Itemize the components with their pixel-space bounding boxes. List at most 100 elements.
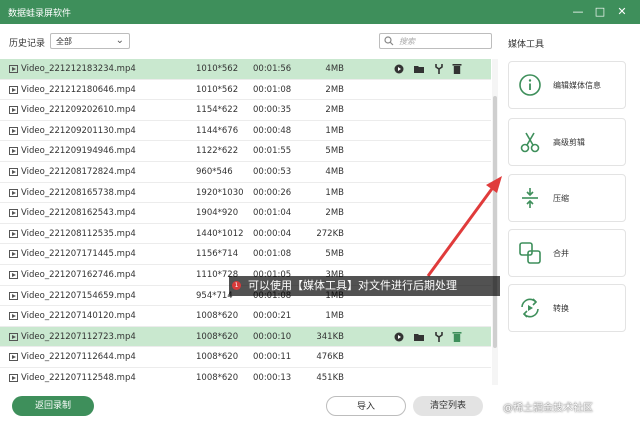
table-row[interactable]: Video_221209201130.mp4 1144*676 00:00:48 1M…	[0, 120, 491, 142]
file-name: Video_221207140120.mp4	[21, 311, 136, 322]
tool-label: 编辑媒体信息	[553, 81, 601, 90]
file-size: 341KB	[316, 331, 344, 342]
compress-icon	[522, 188, 538, 208]
file-size: 4MB	[325, 64, 344, 74]
tool-edit-media-info[interactable]: 编辑媒体信息	[508, 61, 626, 109]
video-file-icon	[9, 188, 18, 197]
file-name: Video_221208162543.mp4	[21, 208, 136, 219]
file-size: 1MB	[325, 187, 344, 198]
file-duration: 00:01:56	[253, 64, 292, 74]
maximize-icon[interactable]: □	[592, 4, 608, 20]
file-duration: 00:00:10	[253, 331, 292, 342]
tool-advanced-trim[interactable]: 高级剪辑	[508, 118, 626, 166]
file-resolution: 954*714	[196, 290, 233, 301]
table-row[interactable]: Video_221207140120.mp4 1008*620 00:00:21 1M…	[0, 306, 491, 327]
table-row[interactable]: Video_221209202610.mp4 1154*622 00:00:35 2M…	[0, 100, 491, 121]
video-file-icon	[9, 332, 18, 341]
video-file-icon	[9, 85, 18, 94]
window-title: 数据蛙录屏软件	[8, 9, 72, 19]
video-file-icon	[9, 106, 18, 115]
file-size: 2MB	[325, 84, 344, 95]
video-file-icon	[9, 374, 18, 382]
file-size: 5MB	[325, 249, 344, 260]
trash-icon[interactable]	[452, 331, 462, 343]
file-size: 476KB	[316, 352, 344, 363]
table-row[interactable]: Video_221207171445.mp4 1156*714 00:01:08 5M…	[0, 244, 491, 265]
info-icon	[519, 74, 541, 96]
file-duration: 00:00:13	[253, 373, 292, 383]
file-name: Video_221207112644.mp4	[21, 352, 136, 363]
table-row[interactable]: Video_221209194946.mp4 1122*622 00:01:55 5M…	[0, 141, 491, 162]
play-icon[interactable]	[394, 331, 404, 343]
file-duration: 00:01:04	[253, 208, 292, 219]
tool-convert[interactable]: 转换	[508, 284, 626, 332]
clear-list-button[interactable]: 清空列表	[413, 396, 483, 416]
file-size: 2MB	[325, 105, 344, 116]
scissors-icon	[520, 132, 540, 153]
file-name: Video_221208112535.mp4	[21, 228, 136, 239]
minimize-icon[interactable]: —	[570, 4, 586, 20]
tools-icon[interactable]	[434, 63, 444, 75]
tools-icon[interactable]	[434, 331, 444, 343]
file-duration: 00:00:53	[253, 167, 292, 177]
play-icon[interactable]	[394, 63, 404, 75]
file-name: Video_221208172824.mp4	[21, 167, 136, 177]
video-file-icon	[9, 147, 18, 156]
tool-compress[interactable]: 压缩	[508, 174, 626, 222]
tool-merge[interactable]: 合并	[508, 229, 626, 277]
file-resolution: 1008*620	[196, 311, 239, 322]
file-resolution: 1008*620	[196, 373, 239, 383]
file-name: Video_221207162746.mp4	[21, 270, 136, 280]
search-placeholder: 搜索	[399, 37, 415, 46]
file-resolution: 1920*1030	[196, 187, 244, 198]
file-resolution: 1008*620	[196, 331, 239, 342]
merge-icon	[519, 242, 541, 264]
convert-icon	[521, 298, 539, 318]
file-name: Video_221208165738.mp4	[21, 187, 136, 198]
file-list: Video_221212183234.mp4 1010*562 00:01:56 4M…	[0, 59, 491, 385]
table-row[interactable]: Video_221212183234.mp4 1010*562 00:01:56 4M…	[0, 59, 491, 80]
annotation-callout: 可以使用【媒体工具】对文件进行后期处理	[229, 276, 500, 296]
file-duration: 00:01:55	[253, 146, 292, 157]
tool-label: 合并	[553, 249, 569, 258]
file-name: Video_221209201130.mp4	[21, 125, 136, 136]
file-duration: 00:00:26	[253, 187, 292, 198]
table-row[interactable]: Video_221208165738.mp4 1920*1030 00:00:26 1…	[0, 182, 491, 204]
video-file-icon	[9, 126, 18, 135]
filter-value: 全部	[56, 37, 72, 46]
chevron-down-icon: ⌄	[115, 35, 124, 46]
trash-icon[interactable]	[452, 63, 462, 75]
file-name: Video_221207154659.mp4	[21, 290, 136, 301]
table-row[interactable]: Video_221212180646.mp4 1010*562 00:01:08 2M…	[0, 79, 491, 101]
file-resolution: 1904*920	[196, 208, 239, 219]
table-row[interactable]: Video_221207112723.mp4 1008*620 00:00:10 34…	[0, 326, 491, 348]
folder-icon[interactable]	[414, 63, 424, 75]
table-row[interactable]: Video_221207112548.mp4 1008*620 00:00:13 45…	[0, 368, 491, 385]
tool-label: 转换	[553, 304, 569, 313]
video-file-icon	[9, 168, 18, 176]
video-file-icon	[9, 353, 18, 362]
search-input[interactable]: 搜索	[379, 33, 492, 49]
table-row[interactable]: Video_221207112644.mp4 1008*620 00:00:11 47…	[0, 347, 491, 368]
close-icon[interactable]: ✕	[614, 4, 630, 20]
video-file-icon	[9, 312, 18, 321]
file-name: Video_221212183234.mp4	[21, 64, 136, 74]
file-size: 2MB	[325, 208, 344, 219]
scrollbar-thumb[interactable]	[493, 96, 497, 348]
back-to-record-button[interactable]: 返回录制	[12, 396, 94, 416]
folder-icon[interactable]	[414, 331, 424, 343]
file-name: Video_221209194946.mp4	[21, 146, 136, 157]
filter-select[interactable]: 全部 ⌄	[50, 33, 130, 49]
file-name: Video_221207171445.mp4	[21, 249, 136, 260]
file-resolution: 960*546	[196, 167, 233, 177]
title-bar: 数据蛙录屏软件 — □ ✕	[0, 0, 640, 24]
table-row[interactable]: Video_221208162543.mp4 1904*920 00:01:04 2M…	[0, 203, 491, 224]
table-row[interactable]: Video_221208112535.mp4 1440*1012 00:00:04 2…	[0, 223, 491, 245]
file-size: 451KB	[316, 373, 344, 383]
file-name: Video_221207112723.mp4	[21, 331, 136, 342]
file-name: Video_221212180646.mp4	[21, 84, 136, 95]
file-resolution: 1154*622	[196, 105, 239, 116]
import-button[interactable]: 导入	[326, 396, 406, 416]
table-row[interactable]: Video_221208172824.mp4 960*546 00:00:53 4MB	[0, 162, 491, 183]
file-size: 272KB	[316, 228, 344, 239]
